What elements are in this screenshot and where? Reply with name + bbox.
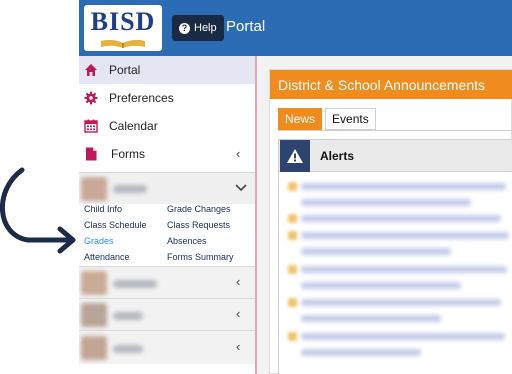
alert-text-blurred[interactable]	[301, 232, 509, 239]
student-row-expanded[interactable]	[79, 172, 255, 204]
alert-text-blurred[interactable]	[301, 248, 451, 255]
sidebar-item-forms[interactable]: Forms ‹	[79, 140, 255, 168]
logo-text: BISD	[90, 7, 156, 36]
annotation-arrow-icon	[0, 167, 76, 254]
alert-icon-box	[280, 140, 310, 172]
book-icon	[101, 39, 145, 48]
announcements-title: District & School Announcements	[270, 70, 512, 99]
sidebar-item-calendar[interactable]: Calendar	[79, 112, 255, 140]
alerts-title: Alerts	[320, 149, 355, 163]
alert-text-blurred[interactable]	[301, 299, 501, 306]
sidebar-item-preferences[interactable]: Preferences	[79, 84, 255, 112]
student-name-blurred	[113, 345, 143, 353]
avatar	[81, 177, 107, 201]
link-grade-changes[interactable]: Grade Changes	[167, 204, 231, 214]
announcement-tabs: News Events	[278, 108, 376, 130]
student-name-blurred	[113, 185, 147, 193]
help-button[interactable]: ? Help	[172, 15, 224, 41]
alert-text-blurred[interactable]	[301, 315, 441, 322]
link-forms-summary[interactable]: Forms Summary	[167, 252, 234, 262]
link-absences[interactable]: Absences	[167, 236, 207, 246]
gear-icon	[84, 91, 98, 105]
warning-icon	[287, 149, 303, 163]
sidebar-item-label: Preferences	[109, 91, 174, 105]
announcements-panel: District & School Announcements News Eve…	[269, 69, 512, 374]
alert-bullet	[288, 231, 297, 240]
student-name-blurred	[113, 312, 143, 320]
tabs-divider	[278, 130, 512, 131]
chevron-left-icon[interactable]: ‹	[236, 147, 246, 161]
sidebar-item-portal[interactable]: Portal	[79, 56, 255, 84]
alert-text-blurred[interactable]	[301, 183, 506, 190]
link-child-info[interactable]: Child Info	[84, 204, 122, 214]
alert-bullet	[288, 298, 297, 307]
avatar	[81, 336, 107, 360]
tab-news[interactable]: News	[278, 108, 323, 130]
link-grades[interactable]: Grades	[84, 236, 114, 246]
chevron-left-icon[interactable]: ‹	[236, 275, 246, 289]
sidebar-item-label: Forms	[111, 147, 145, 161]
link-class-schedule[interactable]: Class Schedule	[84, 220, 147, 230]
alert-text-blurred[interactable]	[301, 215, 501, 222]
calendar-icon	[84, 119, 98, 133]
top-bar: BISD ? Help Portal	[79, 0, 512, 56]
help-label: Help	[194, 22, 217, 34]
link-attendance[interactable]: Attendance	[84, 252, 130, 262]
chevron-down-icon[interactable]	[235, 184, 247, 192]
tab-events[interactable]: Events	[325, 108, 376, 130]
portal-app: BISD ? Help Portal Portal Preferences Ca…	[79, 0, 512, 374]
sidebar-item-label: Calendar	[109, 119, 158, 133]
alert-text-blurred[interactable]	[301, 266, 507, 273]
alerts-box: Alerts	[278, 139, 512, 374]
alerts-header[interactable]: Alerts	[279, 140, 512, 172]
alert-text-blurred[interactable]	[301, 349, 421, 356]
portal-title: Portal	[226, 18, 266, 35]
alert-text-blurred[interactable]	[301, 282, 461, 289]
alert-bullet	[288, 182, 297, 191]
student-row[interactable]: ‹	[79, 298, 255, 330]
alert-bullet	[288, 214, 297, 223]
student-row[interactable]: ‹	[79, 330, 255, 364]
home-icon	[85, 64, 97, 76]
alert-bullet	[288, 265, 297, 274]
link-class-requests[interactable]: Class Requests	[167, 220, 230, 230]
sidebar: Portal Preferences Calendar Forms ‹ Chil…	[79, 56, 257, 374]
alert-bullet	[288, 332, 297, 341]
annotation-area	[0, 0, 79, 374]
sidebar-item-label: Portal	[109, 63, 141, 77]
avatar	[81, 303, 107, 327]
student-row[interactable]: ‹	[79, 266, 255, 298]
student-links-panel: Child Info Class Schedule Grades Attenda…	[79, 204, 255, 266]
student-name-blurred	[113, 280, 157, 288]
chevron-left-icon[interactable]: ‹	[236, 307, 246, 321]
document-icon	[86, 147, 97, 161]
avatar	[81, 271, 107, 295]
alert-text-blurred[interactable]	[301, 199, 471, 206]
question-icon: ?	[179, 22, 190, 34]
chevron-left-icon[interactable]: ‹	[236, 340, 246, 354]
alert-text-blurred[interactable]	[301, 333, 505, 340]
district-logo[interactable]: BISD	[84, 5, 162, 51]
